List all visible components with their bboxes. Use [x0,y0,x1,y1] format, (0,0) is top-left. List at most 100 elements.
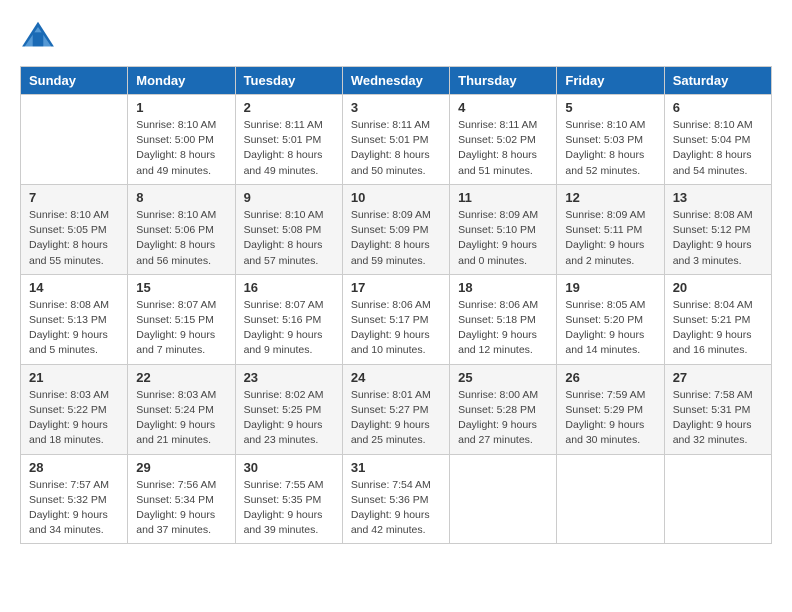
day-detail: Sunrise: 8:07 AMSunset: 5:15 PMDaylight:… [136,298,226,359]
daylight-text: Daylight: 9 hours and 23 minutes. [244,418,334,448]
day-detail: Sunrise: 8:02 AMSunset: 5:25 PMDaylight:… [244,388,334,449]
sunset-text: Sunset: 5:05 PM [29,223,119,238]
calendar-cell [664,454,771,544]
logo-icon [20,20,56,50]
daylight-text: Daylight: 9 hours and 39 minutes. [244,508,334,538]
calendar-cell: 2Sunrise: 8:11 AMSunset: 5:01 PMDaylight… [235,95,342,185]
daylight-text: Daylight: 9 hours and 32 minutes. [673,418,763,448]
day-number: 7 [29,190,119,205]
sunset-text: Sunset: 5:20 PM [565,313,655,328]
sunrise-text: Sunrise: 8:01 AM [351,388,441,403]
daylight-text: Daylight: 8 hours and 50 minutes. [351,148,441,178]
day-detail: Sunrise: 8:10 AMSunset: 5:05 PMDaylight:… [29,208,119,269]
calendar-cell: 21Sunrise: 8:03 AMSunset: 5:22 PMDayligh… [21,364,128,454]
day-number: 6 [673,100,763,115]
day-detail: Sunrise: 8:10 AMSunset: 5:04 PMDaylight:… [673,118,763,179]
day-number: 24 [351,370,441,385]
day-detail: Sunrise: 8:00 AMSunset: 5:28 PMDaylight:… [458,388,548,449]
day-number: 29 [136,460,226,475]
daylight-text: Daylight: 9 hours and 27 minutes. [458,418,548,448]
day-number: 21 [29,370,119,385]
day-detail: Sunrise: 8:10 AMSunset: 5:03 PMDaylight:… [565,118,655,179]
calendar-cell: 6 Sunrise: 8:10 AMSunset: 5:04 PMDaylight… [664,95,771,185]
sunset-text: Sunset: 5:25 PM [244,403,334,418]
day-number: 2 [244,100,334,115]
calendar-week-3: 14Sunrise: 8:08 AMSunset: 5:13 PMDayligh… [21,274,772,364]
day-detail: Sunrise: 7:57 AMSunset: 5:32 PMDaylight:… [29,478,119,539]
day-detail: Sunrise: 8:06 AMSunset: 5:17 PMDaylight:… [351,298,441,359]
sunset-text: Sunset: 5:01 PM [351,133,441,148]
day-detail: Sunrise: 8:03 AMSunset: 5:24 PMDaylight:… [136,388,226,449]
sunset-text: Sunset: 5:24 PM [136,403,226,418]
calendar-cell: 30Sunrise: 7:55 AMSunset: 5:35 PMDayligh… [235,454,342,544]
calendar-cell: 18Sunrise: 8:06 AMSunset: 5:18 PMDayligh… [450,274,557,364]
day-number: 16 [244,280,334,295]
calendar-table: SundayMondayTuesdayWednesdayThursdayFrid… [20,66,772,544]
sunset-text: Sunset: 5:13 PM [29,313,119,328]
sunrise-text: Sunrise: 8:10 AM [136,118,226,133]
calendar-cell: 3 Sunrise: 8:11 AMSunset: 5:01 PMDaylight… [342,95,449,185]
calendar-cell: 12Sunrise: 8:09 AMSunset: 5:11 PMDayligh… [557,184,664,274]
sunrise-text: Sunrise: 8:10 AM [565,118,655,133]
day-number: 12 [565,190,655,205]
daylight-text: Daylight: 9 hours and 18 minutes. [29,418,119,448]
day-number: 4 [458,100,548,115]
sunrise-text: Sunrise: 8:06 AM [351,298,441,313]
day-detail: Sunrise: 8:09 AMSunset: 5:10 PMDaylight:… [458,208,548,269]
day-number: 13 [673,190,763,205]
calendar-cell: 15 Sunrise: 8:07 AMSunset: 5:15 PMDayligh… [128,274,235,364]
calendar-cell [557,454,664,544]
daylight-text: Daylight: 9 hours and 21 minutes. [136,418,226,448]
day-number: 3 [351,100,441,115]
day-detail: Sunrise: 7:59 AMSunset: 5:29 PMDaylight:… [565,388,655,449]
daylight-text: Daylight: 8 hours and 59 minutes. [351,238,441,268]
day-number: 27 [673,370,763,385]
day-detail: Sunrise: 8:10 AMSunset: 5:08 PMDaylight:… [244,208,334,269]
day-number: 20 [673,280,763,295]
logo [20,20,60,50]
day-detail: Sunrise: 8:08 AMSunset: 5:12 PMDaylight:… [673,208,763,269]
day-detail: Sunrise: 8:07 AMSunset: 5:16 PMDaylight:… [244,298,334,359]
daylight-text: Daylight: 9 hours and 7 minutes. [136,328,226,358]
day-number: 18 [458,280,548,295]
calendar-cell: 28Sunrise: 7:57 AMSunset: 5:32 PMDayligh… [21,454,128,544]
day-number: 15 [136,280,226,295]
day-detail: Sunrise: 7:58 AMSunset: 5:31 PMDaylight:… [673,388,763,449]
day-detail: Sunrise: 8:11 AMSunset: 5:01 PMDaylight:… [351,118,441,179]
sunset-text: Sunset: 5:36 PM [351,493,441,508]
day-number: 5 [565,100,655,115]
header-row: SundayMondayTuesdayWednesdayThursdayFrid… [21,67,772,95]
sunrise-text: Sunrise: 8:00 AM [458,388,548,403]
calendar-week-4: 21Sunrise: 8:03 AMSunset: 5:22 PMDayligh… [21,364,772,454]
day-detail: Sunrise: 7:56 AMSunset: 5:34 PMDaylight:… [136,478,226,539]
day-number: 25 [458,370,548,385]
sunrise-text: Sunrise: 8:07 AM [136,298,226,313]
sunset-text: Sunset: 5:35 PM [244,493,334,508]
header-cell-tuesday: Tuesday [235,67,342,95]
calendar-cell: 17 Sunrise: 8:06 AMSunset: 5:17 PMDayligh… [342,274,449,364]
sunrise-text: Sunrise: 8:03 AM [136,388,226,403]
calendar-cell: 27 Sunrise: 7:58 AMSunset: 5:31 PMDayligh… [664,364,771,454]
daylight-text: Daylight: 9 hours and 12 minutes. [458,328,548,358]
sunrise-text: Sunrise: 8:09 AM [351,208,441,223]
sunset-text: Sunset: 5:03 PM [565,133,655,148]
day-number: 17 [351,280,441,295]
sunrise-text: Sunrise: 8:11 AM [244,118,334,133]
day-detail: Sunrise: 7:54 AMSunset: 5:36 PMDaylight:… [351,478,441,539]
sunset-text: Sunset: 5:09 PM [351,223,441,238]
calendar-cell: 16 Sunrise: 8:07 AMSunset: 5:16 PMDayligh… [235,274,342,364]
calendar-cell: 22Sunrise: 8:03 AMSunset: 5:24 PMDayligh… [128,364,235,454]
day-detail: Sunrise: 8:04 AMSunset: 5:21 PMDaylight:… [673,298,763,359]
sunrise-text: Sunrise: 7:56 AM [136,478,226,493]
calendar-week-5: 28Sunrise: 7:57 AMSunset: 5:32 PMDayligh… [21,454,772,544]
header-cell-thursday: Thursday [450,67,557,95]
sunset-text: Sunset: 5:31 PM [673,403,763,418]
calendar-cell: 11Sunrise: 8:09 AMSunset: 5:10 PMDayligh… [450,184,557,274]
daylight-text: Daylight: 9 hours and 16 minutes. [673,328,763,358]
sunset-text: Sunset: 5:06 PM [136,223,226,238]
daylight-text: Daylight: 9 hours and 9 minutes. [244,328,334,358]
sunrise-text: Sunrise: 8:07 AM [244,298,334,313]
daylight-text: Daylight: 8 hours and 51 minutes. [458,148,548,178]
day-detail: Sunrise: 7:55 AMSunset: 5:35 PMDaylight:… [244,478,334,539]
daylight-text: Daylight: 8 hours and 56 minutes. [136,238,226,268]
